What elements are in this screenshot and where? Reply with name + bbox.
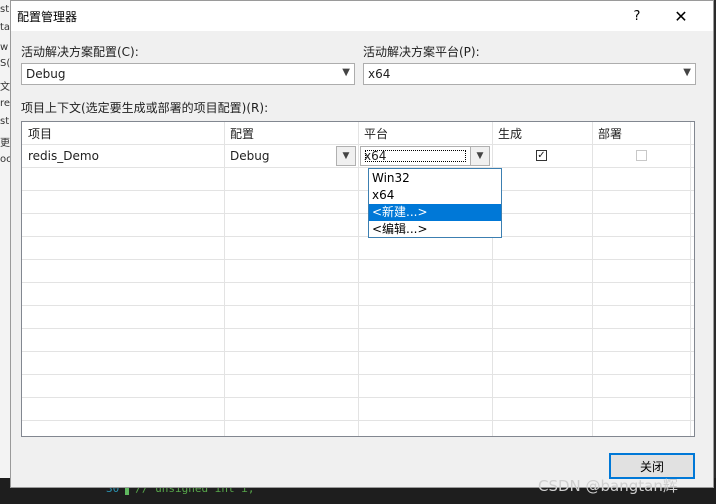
build-checkbox[interactable]: ✓: [536, 150, 547, 161]
column-header-build[interactable]: 生成: [498, 125, 522, 142]
project-platform-select[interactable]: x64 ▼: [360, 146, 490, 166]
solution-config-value: Debug: [26, 67, 66, 81]
row-divider: [22, 374, 694, 375]
row-divider: [22, 213, 694, 214]
column-divider: [690, 122, 691, 436]
solution-platform-value: x64: [368, 67, 391, 81]
row-divider: [22, 144, 694, 145]
column-divider: [358, 122, 359, 436]
dropdown-option-new[interactable]: <新建...>: [369, 204, 501, 221]
column-divider: [224, 122, 225, 436]
solution-platform-label: 活动解决方案平台(P):: [363, 45, 480, 59]
chevron-down-icon: ▼: [336, 147, 355, 165]
bg-fragment: ta: [0, 22, 11, 33]
chevron-down-icon: ▼: [683, 67, 691, 78]
row-divider: [22, 190, 694, 191]
dialog-title: 配置管理器: [17, 10, 78, 24]
column-header-platform[interactable]: 平台: [364, 125, 388, 142]
help-button[interactable]: ?: [619, 4, 655, 28]
bg-fragment: 文: [0, 82, 10, 93]
dropdown-option-x64[interactable]: x64: [369, 187, 501, 204]
platform-dropdown-list: Win32 x64 <新建...> <编辑...>: [368, 168, 502, 238]
row-divider: [22, 305, 694, 306]
project-context-grid: 项目 配置 平台 生成 部署 redis_Demo Debug ▼ x64 ▼ …: [21, 121, 695, 437]
solution-config-select[interactable]: Debug ▼: [21, 63, 355, 85]
project-config-select[interactable]: ▼: [336, 146, 356, 166]
checkmark-icon: ✓: [537, 150, 546, 161]
bg-fragment: 更: [0, 138, 10, 149]
row-divider: [22, 351, 694, 352]
project-config-value: Debug: [230, 149, 270, 163]
watermark: CSDN @bangtan辉: [538, 477, 678, 495]
bg-fragment: re: [0, 98, 11, 109]
bg-fragment: w: [0, 42, 9, 53]
row-divider: [22, 167, 694, 168]
row-divider: [22, 259, 694, 260]
dropdown-option-win32[interactable]: Win32: [369, 170, 501, 187]
title-bar: 配置管理器 ? ✕: [11, 1, 713, 31]
solution-platform-select[interactable]: x64 ▼: [363, 63, 696, 85]
bg-fragment: st: [0, 4, 10, 15]
bg-fragment: st: [0, 116, 10, 127]
bg-fragment: S(: [0, 58, 11, 69]
row-divider: [22, 236, 694, 237]
chevron-down-icon: ▼: [342, 67, 350, 78]
column-header-config[interactable]: 配置: [230, 125, 254, 142]
row-divider: [22, 282, 694, 283]
solution-config-label: 活动解决方案配置(C):: [21, 45, 139, 59]
column-header-project[interactable]: 项目: [28, 125, 52, 142]
project-platform-value: x64: [364, 149, 467, 163]
project-context-label: 项目上下文(选定要生成或部署的项目配置)(R):: [21, 101, 269, 115]
row-divider: [22, 420, 694, 421]
chevron-down-icon: ▼: [470, 147, 489, 165]
dropdown-option-edit[interactable]: <编辑...>: [369, 221, 501, 238]
close-icon[interactable]: ✕: [663, 4, 699, 28]
row-divider: [22, 328, 694, 329]
configuration-manager-dialog: 配置管理器 ? ✕ 活动解决方案配置(C): Debug ▼ 活动解决方案平台(…: [10, 0, 714, 488]
deploy-checkbox: [636, 150, 647, 161]
project-name-cell[interactable]: redis_Demo: [28, 149, 99, 163]
column-divider: [592, 122, 593, 436]
column-header-deploy[interactable]: 部署: [598, 125, 622, 142]
row-divider: [22, 397, 694, 398]
